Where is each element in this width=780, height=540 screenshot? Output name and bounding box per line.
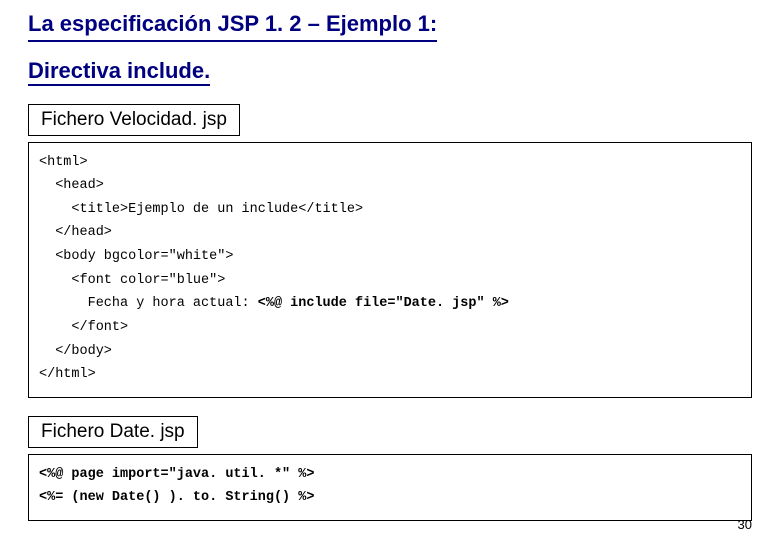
code-line: Fecha y hora actual: <%@ include file="D… [39, 292, 741, 316]
title-line-2: Directiva include. [28, 58, 210, 86]
slide-title: La especificación JSP 1. 2 – Ejemplo 1: … [28, 10, 752, 86]
file2-label: Fichero Date. jsp [28, 416, 198, 448]
code-line: </head> [39, 221, 741, 245]
file1-code-box: <html> <head> <title>Ejemplo de un inclu… [28, 142, 752, 398]
page-number: 30 [738, 517, 752, 532]
file1-label: Fichero Velocidad. jsp [28, 104, 240, 136]
code-line: <%@ page import="java. util. *" %> [39, 463, 741, 487]
code-bold: <%@ include file="Date. jsp" %> [258, 296, 509, 311]
code-text: Fecha y hora actual: [39, 296, 258, 311]
title-line-1: La especificación JSP 1. 2 – Ejemplo 1: [28, 10, 437, 42]
code-line: <font color="blue"> [39, 269, 741, 293]
code-line: <%= (new Date() ). to. String() %> [39, 486, 741, 510]
file2-code-box: <%@ page import="java. util. *" %> <%= (… [28, 454, 752, 521]
code-line: <body bgcolor="white"> [39, 245, 741, 269]
code-line: <title>Ejemplo de un include</title> [39, 198, 741, 222]
code-line: </html> [39, 363, 741, 387]
code-line: </body> [39, 340, 741, 364]
code-line: <html> [39, 151, 741, 175]
code-line: </font> [39, 316, 741, 340]
code-line: <head> [39, 174, 741, 198]
